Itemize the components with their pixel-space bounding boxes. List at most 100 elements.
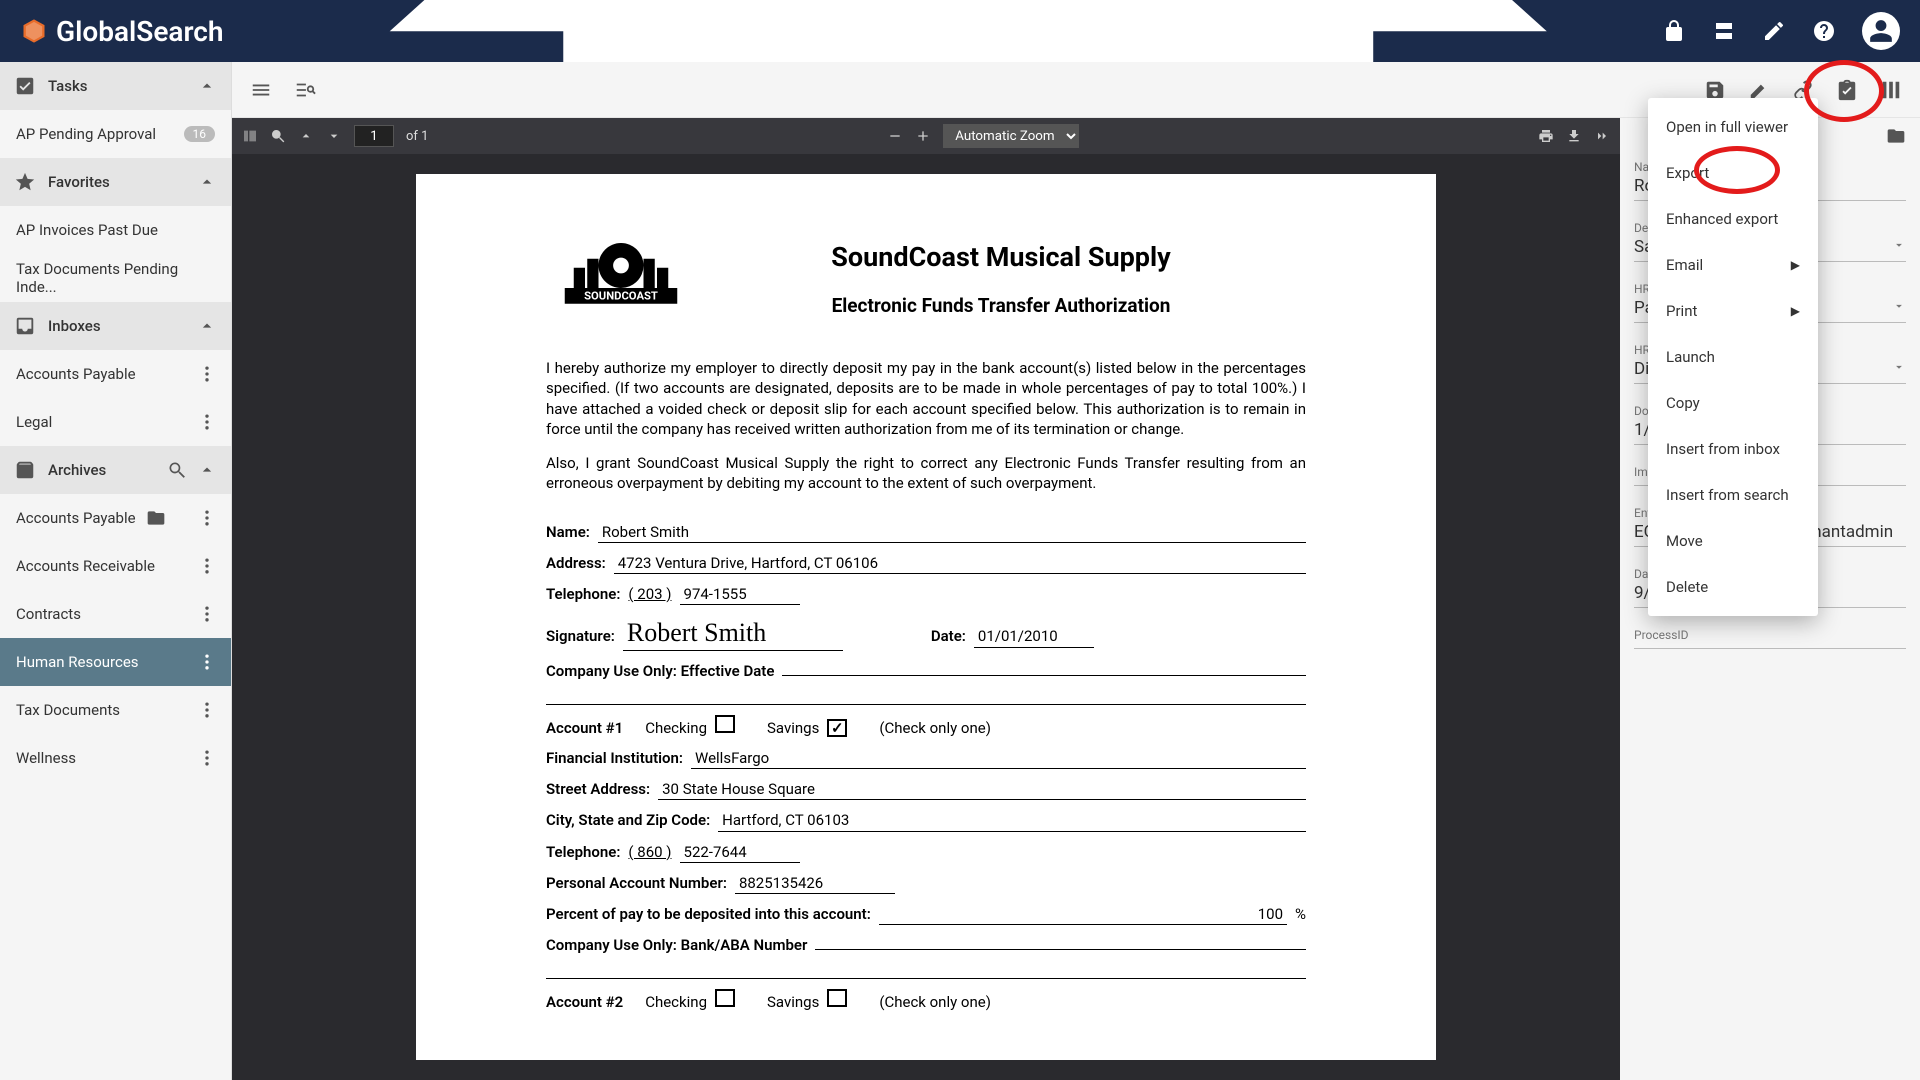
lock-icon[interactable] (1662, 19, 1686, 43)
field-label: Personal Account Number: (546, 873, 727, 893)
sidebar-item-archive-active[interactable]: Human Resources (0, 638, 231, 686)
more-vert-icon[interactable] (197, 604, 217, 624)
field-label: (Check only one) (879, 992, 991, 1012)
sidebar-item-archive[interactable]: Tax Documents (0, 686, 231, 734)
person-icon (1868, 18, 1894, 44)
field-value: ( 203 ) (628, 584, 671, 604)
field-label: Company Use Only: Bank/ABA Number (546, 935, 807, 955)
brand-logo-icon (20, 17, 48, 45)
doc-title: SoundCoast Musical Supply (696, 239, 1306, 275)
field-value: 974-1555 (680, 584, 800, 605)
chevron-up-icon (197, 316, 217, 336)
page-area[interactable]: SOUNDCOAST SoundCoast Musical Supply Ele… (232, 154, 1620, 1080)
dropdown-arrow-icon[interactable] (1892, 237, 1906, 256)
item-label: Accounts Payable (16, 365, 136, 383)
search-icon[interactable] (167, 460, 187, 480)
sidebar-item-fav[interactable]: AP Invoices Past Due (0, 206, 231, 254)
sidebar-toggle-icon[interactable] (242, 128, 258, 144)
menu-item[interactable]: Move (1648, 518, 1818, 564)
checkbox-checked: ✓ (827, 719, 847, 737)
property-field[interactable]: ProcessID (1634, 628, 1906, 649)
user-avatar[interactable] (1862, 12, 1900, 50)
item-label: Contracts (16, 605, 81, 623)
clipboard-check-icon[interactable] (1836, 79, 1858, 101)
pdf-toolbar: of 1 Automatic Zoom (232, 118, 1620, 154)
sidebar-section-inboxes[interactable]: Inboxes (0, 302, 231, 350)
item-label: Accounts Payable (16, 509, 136, 527)
folder-icon[interactable] (1886, 126, 1906, 146)
field-label: Signature: (546, 626, 615, 646)
property-value (1634, 642, 1906, 644)
context-menu: Open in full viewerExportEnhanced export… (1648, 98, 1818, 616)
page-down-icon[interactable] (326, 128, 342, 144)
menu-icon[interactable] (250, 79, 272, 101)
sidebar: Tasks AP Pending Approval 16 Favorites A… (0, 62, 232, 1080)
page-up-icon[interactable] (298, 128, 314, 144)
sidebar-item-inbox[interactable]: Accounts Payable (0, 350, 231, 398)
help-icon[interactable] (1812, 19, 1836, 43)
checkbox-empty (715, 715, 735, 733)
star-icon (14, 171, 36, 193)
more-vert-icon[interactable] (197, 364, 217, 384)
doc-paragraph: I hereby authorize my employer to direct… (546, 358, 1306, 439)
folder-icon (146, 508, 166, 528)
section-label: Favorites (48, 173, 110, 191)
field-label: Savings (767, 992, 819, 1012)
checkbox-empty (715, 989, 735, 1007)
item-label: AP Invoices Past Due (16, 221, 158, 239)
search-list-icon[interactable] (294, 79, 316, 101)
field-label: Savings (767, 718, 819, 738)
menu-item[interactable]: Email▶ (1648, 242, 1818, 288)
more-vert-icon[interactable] (197, 412, 217, 432)
sidebar-section-archives[interactable]: Archives (0, 446, 231, 494)
sidebar-item-fav[interactable]: Tax Documents Pending Inde... (0, 254, 231, 302)
field-value: 4723 Ventura Drive, Hartford, CT 06106 (614, 553, 1306, 574)
company-logo-icon: SOUNDCOAST (546, 234, 696, 324)
more-vert-icon[interactable] (197, 748, 217, 768)
field-value: Robert Smith (598, 522, 1306, 543)
sidebar-item-inbox[interactable]: Legal (0, 398, 231, 446)
menu-item[interactable]: Delete (1648, 564, 1818, 610)
zoom-out-icon[interactable] (887, 128, 903, 144)
columns-icon[interactable] (1880, 79, 1902, 101)
menu-item[interactable]: Insert from search (1648, 472, 1818, 518)
menu-item[interactable]: Insert from inbox (1648, 426, 1818, 472)
zoom-select[interactable]: Automatic Zoom (943, 124, 1079, 148)
sidebar-section-favorites[interactable]: Favorites (0, 158, 231, 206)
search-icon[interactable] (270, 128, 286, 144)
sidebar-item-archive[interactable]: Accounts Payable (0, 494, 231, 542)
print-icon[interactable] (1538, 128, 1554, 144)
archive-icon (14, 459, 36, 481)
sidebar-section-tasks[interactable]: Tasks (0, 62, 231, 110)
sidebar-item-archive[interactable]: Contracts (0, 590, 231, 638)
menu-item[interactable]: Enhanced export (1648, 196, 1818, 242)
server-icon[interactable] (1712, 19, 1736, 43)
more-vert-icon[interactable] (197, 556, 217, 576)
topbar-actions (1662, 12, 1900, 50)
more-vert-icon[interactable] (197, 700, 217, 720)
menu-item[interactable]: Open in full viewer (1648, 104, 1818, 150)
more-vert-icon[interactable] (197, 652, 217, 672)
field-label: Street Address: (546, 779, 650, 799)
tools-chevrons-icon[interactable] (1594, 128, 1610, 144)
field-label: Percent of pay to be deposited into this… (546, 904, 871, 924)
item-label: Legal (16, 413, 52, 431)
zoom-in-icon[interactable] (915, 128, 931, 144)
download-icon[interactable] (1566, 128, 1582, 144)
sidebar-item-archive[interactable]: Accounts Receivable (0, 542, 231, 590)
page-input[interactable] (354, 125, 394, 147)
edit-icon[interactable] (1762, 19, 1786, 43)
more-vert-icon[interactable] (197, 508, 217, 528)
sidebar-item-archive[interactable]: Wellness (0, 734, 231, 782)
field-value: Hartford, CT 06103 (718, 810, 1306, 831)
field-label: Name: (546, 522, 590, 542)
field-value: WellsFargo (691, 748, 1306, 769)
sidebar-item-task[interactable]: AP Pending Approval 16 (0, 110, 231, 158)
dropdown-arrow-icon[interactable] (1892, 359, 1906, 378)
menu-item[interactable]: Launch (1648, 334, 1818, 380)
menu-item[interactable]: Copy (1648, 380, 1818, 426)
dropdown-arrow-icon[interactable] (1892, 298, 1906, 317)
menu-item[interactable]: Export (1648, 150, 1818, 196)
doc-paragraph: Also, I grant SoundCoast Musical Supply … (546, 453, 1306, 494)
menu-item[interactable]: Print▶ (1648, 288, 1818, 334)
